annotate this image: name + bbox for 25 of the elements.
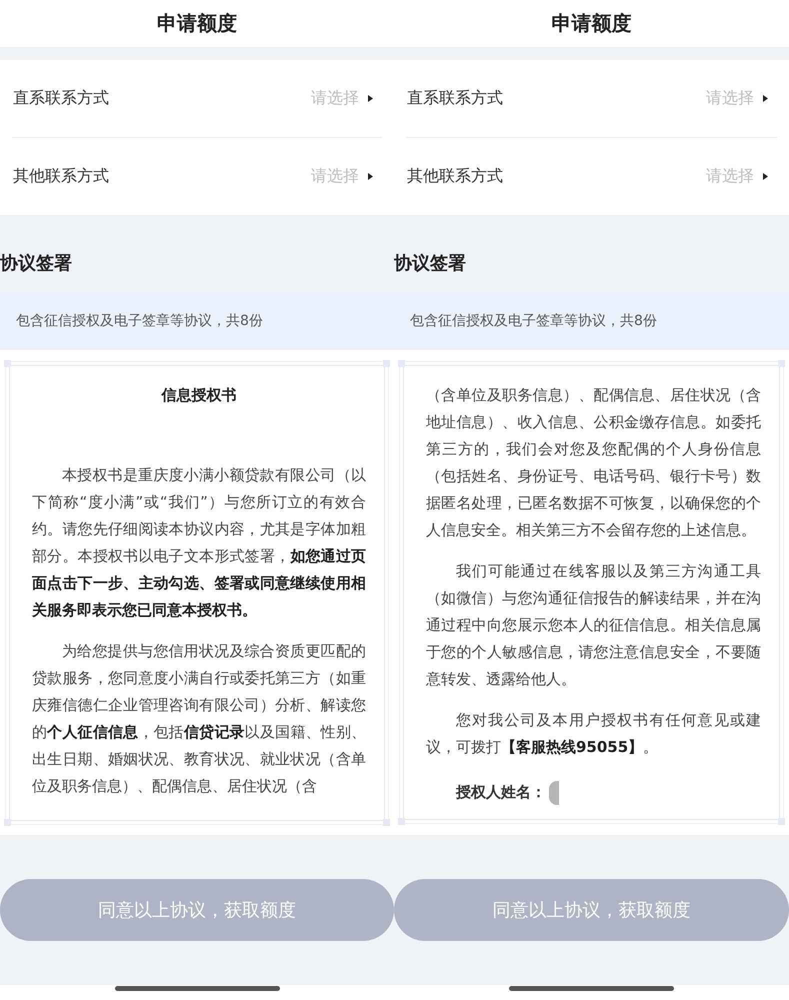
field-label: 其他联系方式 — [407, 166, 503, 187]
contact-select[interactable]: 请选择 — [311, 88, 373, 109]
page-title: 申请额度 — [157, 10, 237, 37]
document-paragraph: 本授权书是重庆度小满小额贷款有限公司（以下简称“度小满”或“我们”）与您所订立的有效合约。请您先仔细阅读本协议内容，尤其是字体加粗部分。本授权书以电子文本形式签署，如您通过页面点击下一步、主动勾选、签署或同意继续使用相关服务即表示您已同意本授权书。 — [32, 465, 366, 621]
page-title: 申请额度 — [552, 10, 632, 37]
caret-icon — [763, 95, 768, 102]
signature-label: 授权人姓名： — [456, 782, 546, 803]
document-paragraph: （含单位及职务信息）、配偶信息、居住状况（含地址信息）、收入信息、公积金缴存信息。如委托第三方的，我们会对您及您配偶的个人身份信息（包括姓名、身份证号、电话号码、银行卡号）数据匿名处理，已匿名数据不可恢复，以确保您的个人信息安全。相关第三方不会留存您的上述信息。 — [426, 385, 761, 541]
contact-select[interactable]: 请选择 — [311, 166, 373, 187]
document-title: 信息授权书 — [160, 385, 238, 406]
document-paragraph: 为给您提供与您信用状况及综合资质更匹配的贷款服务，您同意度小满自行或委托第三方（如重庆雍信德仁企业管理咨询有限公司）分析、解读您的个人征信信息，包括信贷记录以及国籍、性别、出生日期、婚姻状况、教育状况、就业状况（含单位及职务信息）、配偶信息、居住状况（含 — [32, 641, 366, 797]
field-label: 直系联系方式 — [13, 88, 109, 109]
agreement-note: 包含征信授权及电子签章等协议，共8份 — [16, 312, 263, 330]
contact-select[interactable]: 请选择 — [706, 88, 768, 109]
caret-icon — [368, 95, 373, 102]
caret-icon — [763, 173, 768, 180]
section-title: 协议签署 — [394, 252, 466, 275]
document-paragraph: 您对我公司及本用户授权书有任何意见或建议，可拨打【客服热线95055】。 — [426, 710, 761, 758]
contact-select[interactable]: 请选择 — [706, 166, 768, 187]
field-label: 直系联系方式 — [407, 88, 503, 109]
document-paragraph: 我们可能通过在线客服以及第三方沟通工具（如微信）与您沟通征信报告的解读结果，并在沟通过程中向您展示您本人的征信信息。相关信息属于您的个人敏感信息，请您注意信息安全，不要随意转发、透露给他人。 — [426, 561, 761, 690]
agreement-note: 包含征信授权及电子签章等协议，共8份 — [410, 312, 657, 330]
caret-icon — [368, 173, 373, 180]
section-title: 协议签署 — [0, 252, 72, 275]
field-label: 其他联系方式 — [13, 166, 109, 187]
